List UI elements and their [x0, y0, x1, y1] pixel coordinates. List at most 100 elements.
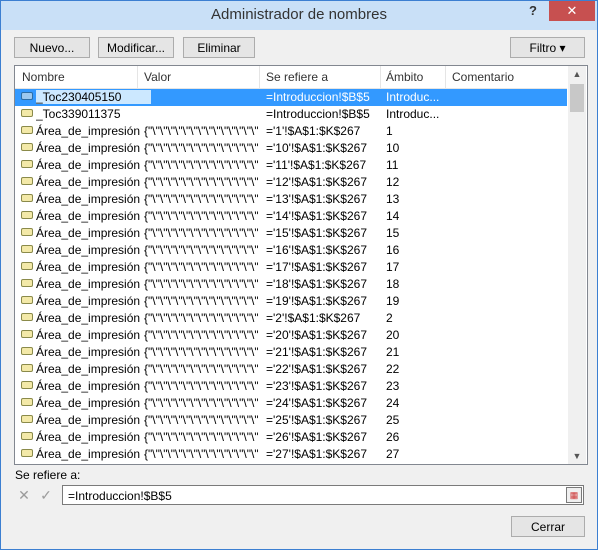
named-range-icon [21, 245, 35, 255]
column-header-refers-to[interactable]: Se refiere a [266, 70, 328, 84]
column-header-value[interactable]: Valor [144, 70, 171, 84]
refers-to-label: Se refiere a: [15, 468, 81, 482]
named-range-icon [21, 449, 35, 459]
confirm-edit-icon[interactable]: ✓ [37, 486, 55, 504]
cell-scope: 23 [386, 379, 400, 393]
cell-name: Área_de_impresión [36, 413, 141, 427]
list-item[interactable]: Área_de_impresión {"\"\"\"\"\"\"\"\"\"\"\… [15, 395, 567, 412]
cell-refers-to: ='13'!$A$1:$K$267 [266, 192, 368, 206]
cell-scope: 13 [386, 192, 400, 206]
list-item[interactable]: Área_de_impresión {"\"\"\"\"\"\"\"\"\"\"\… [15, 140, 567, 157]
list-item[interactable]: Área_de_impresión {"\"\"\"\"\"\"\"\"\"\"\… [15, 242, 567, 259]
list-item[interactable]: Área_de_impresión {"\"\"\"\"\"\"\"\"\"\"\… [15, 327, 567, 344]
list-rows: _Toc230405150 =Introduccion!$B$5 Introduc.… [15, 89, 567, 463]
cell-scope: Introduc... [386, 107, 440, 121]
cell-refers-to: ='2'!$A$1:$K$267 [266, 311, 361, 325]
cancel-edit-icon[interactable]: ✕ [15, 486, 33, 504]
list-item[interactable]: Área_de_impresión {"\"\"\"\"\"\"\"\"\"\"\… [15, 446, 567, 463]
cell-refers-to: ='17'!$A$1:$K$267 [266, 260, 368, 274]
named-range-icon [21, 347, 35, 357]
cell-name: Área_de_impresión [36, 192, 141, 206]
cell-value: {"\"\"\"\"\"\"\"\"\"\"\"\"\"\"\"\"\"\"..… [144, 192, 258, 206]
column-header-scope[interactable]: Ámbito [386, 70, 423, 84]
cell-refers-to: ='11'!$A$1:$K$267 [266, 158, 367, 172]
named-range-icon [21, 228, 35, 238]
cell-name: Área_de_impresión [36, 158, 141, 172]
title-bar: Administrador de nombres ? ✕ [1, 1, 597, 30]
list-item[interactable]: Área_de_impresión {"\"\"\"\"\"\"\"\"\"\"\… [15, 157, 567, 174]
cell-refers-to: ='27'!$A$1:$K$267 [266, 447, 368, 461]
named-range-icon [21, 143, 35, 153]
edit-button[interactable]: Modificar... [98, 37, 174, 58]
column-header-name[interactable]: Nombre [22, 70, 65, 84]
scroll-down-icon[interactable]: ▼ [568, 448, 586, 464]
column-divider[interactable] [380, 66, 381, 88]
refers-to-value[interactable]: =Introduccion!$B$5 [68, 489, 172, 503]
list-item[interactable]: Área_de_impresión {"\"\"\"\"\"\"\"\"\"\"\… [15, 259, 567, 276]
new-button[interactable]: Nuevo... [14, 37, 90, 58]
list-item[interactable]: Área_de_impresión {"\"\"\"\"\"\"\"\"\"\"\… [15, 429, 567, 446]
named-range-icon [21, 262, 35, 272]
cell-value: {"\"\"\"\"\"\"\"\"\"\"\"\"\"\"\"\"\"\"..… [144, 413, 258, 427]
list-item[interactable]: Área_de_impresión {"\"\"\"\"\"\"\"\"\"\"\… [15, 344, 567, 361]
named-range-icon [21, 330, 35, 340]
named-range-icon [21, 109, 35, 119]
names-list[interactable]: Nombre Valor Se refiere a Ámbito Comenta… [14, 65, 588, 465]
list-item[interactable]: Área_de_impresión {"\"\"\"\"\"\"\"\"\"\"\… [15, 225, 567, 242]
cell-name: Área_de_impresión [36, 294, 141, 308]
scroll-thumb[interactable] [570, 84, 584, 112]
cell-refers-to: ='22'!$A$1:$K$267 [266, 362, 368, 376]
vertical-scrollbar[interactable]: ▲ ▼ [568, 66, 586, 464]
list-item[interactable]: _Toc230405150 =Introduccion!$B$5 Introduc.… [15, 89, 567, 106]
cell-refers-to: ='12'!$A$1:$K$267 [266, 175, 368, 189]
cell-value: {"\"\"\"\"\"\"\"\"\"\"\"\"\"\"\"\"\"\"..… [144, 175, 258, 189]
cell-scope: 17 [386, 260, 400, 274]
collapse-dialog-icon[interactable]: ▦ [566, 487, 582, 503]
named-range-icon [21, 126, 35, 136]
cell-refers-to: =Introduccion!$B$5 [266, 107, 370, 121]
cell-scope: 1 [386, 124, 393, 138]
filter-button[interactable]: Filtro ▾ [510, 37, 585, 58]
cell-value: {"\"\"\"\"\"\"\"\"\"\"\"\"\"\"\"\"\"\"..… [144, 362, 258, 376]
cell-value: {"\"\"\"\"\"\"\"\"\"\"\"\"\"\"\"\"\"\"..… [144, 311, 258, 325]
cell-scope: 12 [386, 175, 400, 189]
cell-refers-to: ='18'!$A$1:$K$267 [266, 277, 368, 291]
list-item[interactable]: Área_de_impresión {"\"\"\"\"\"\"\"\"\"\"\… [15, 276, 567, 293]
close-window-button[interactable]: ✕ [549, 1, 595, 21]
named-range-icon [21, 211, 35, 221]
cell-value: {"\"\"\"\"\"\"\"\"\"\"\"\"\"\"\"\"\"\"..… [144, 260, 258, 274]
list-item[interactable]: Área_de_impresión {"\"\"\"\"\"\"\"\"\"\"\… [15, 378, 567, 395]
column-divider[interactable] [445, 66, 446, 88]
list-item[interactable]: Área_de_impresión {"\"\"\"\"\"\"\"\"\"\"\… [15, 293, 567, 310]
cell-value: {"\"\"\"\"\"\"\"\"\"\"\"\"\"\"\"\"\"\"..… [144, 124, 258, 138]
list-item[interactable]: Área_de_impresión {"\"\"\"\"\"\"\"\"\"\"\… [15, 208, 567, 225]
named-range-icon [21, 177, 35, 187]
list-item[interactable]: Área_de_impresión {"\"\"\"\"\"\"\"\"\"\"\… [15, 310, 567, 327]
cell-refers-to: ='20'!$A$1:$K$267 [266, 328, 368, 342]
cell-name: Área_de_impresión [36, 362, 141, 376]
list-item[interactable]: Área_de_impresión {"\"\"\"\"\"\"\"\"\"\"\… [15, 191, 567, 208]
column-divider[interactable] [137, 66, 138, 88]
list-item[interactable]: Área_de_impresión {"\"\"\"\"\"\"\"\"\"\"\… [15, 361, 567, 378]
column-divider[interactable] [259, 66, 260, 88]
cell-scope: 10 [386, 141, 400, 155]
cell-scope: 27 [386, 447, 400, 461]
cell-scope: 19 [386, 294, 400, 308]
column-header-comment[interactable]: Comentario [452, 70, 514, 84]
cell-refers-to: ='25'!$A$1:$K$267 [266, 413, 368, 427]
cell-name: Área_de_impresión [36, 141, 141, 155]
list-item[interactable]: Área_de_impresión {"\"\"\"\"\"\"\"\"\"\"\… [15, 123, 567, 140]
refers-to-input[interactable]: =Introduccion!$B$5 ▦ [62, 485, 584, 505]
list-item[interactable]: Área_de_impresión {"\"\"\"\"\"\"\"\"\"\"\… [15, 174, 567, 191]
delete-button[interactable]: Eliminar [183, 37, 255, 58]
named-range-icon [21, 432, 35, 442]
named-range-icon [21, 279, 35, 289]
list-item[interactable]: Área_de_impresión {"\"\"\"\"\"\"\"\"\"\"\… [15, 412, 567, 429]
help-button[interactable]: ? [526, 3, 540, 21]
cell-value: {"\"\"\"\"\"\"\"\"\"\"\"\"\"\"\"\"\"\"..… [144, 226, 258, 240]
cell-value: {"\"\"\"\"\"\"\"\"\"\"\"\"\"\"\"\"\"\"..… [144, 447, 258, 461]
list-item[interactable]: _Toc339011375 =Introduccion!$B$5 Introduc.… [15, 106, 567, 123]
close-button[interactable]: Cerrar [511, 516, 585, 537]
scroll-up-icon[interactable]: ▲ [568, 66, 586, 82]
cell-scope: 21 [386, 345, 400, 359]
